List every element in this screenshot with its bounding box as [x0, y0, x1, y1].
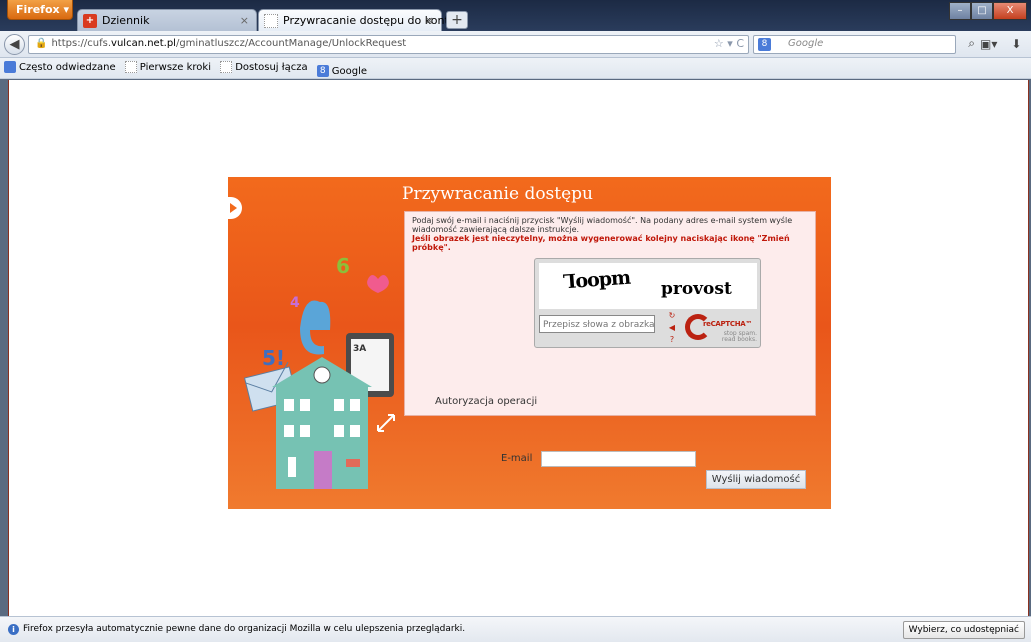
- star-icon[interactable]: ☆: [714, 37, 724, 50]
- toolbar-icons: ▣▾ ⬇ ⌂: [980, 37, 1031, 51]
- bookmark-label: Google: [331, 65, 368, 77]
- auth-label: Autoryzacja operacji: [435, 396, 538, 407]
- school-illustration: 6 5! 4 3A: [243, 254, 395, 489]
- google-engine-icon[interactable]: 8: [758, 38, 771, 51]
- blank-page-icon: [264, 14, 278, 28]
- page-viewport: 6 5! 4 3A Przywracanie dostępu Podaj swó…: [8, 80, 1029, 616]
- page-title: Przywracanie dostępu: [402, 184, 594, 204]
- unlock-panel: 6 5! 4 3A Przywracanie dostępu Podaj swó…: [228, 177, 831, 509]
- art-number: 6: [336, 254, 350, 278]
- email-label: E-mail: [501, 453, 533, 464]
- instructions: Podaj swój e-mail i naciśnij przycisk "W…: [412, 216, 812, 252]
- captcha-controls: ↻ ◀ ?: [666, 311, 678, 345]
- help-icon[interactable]: ?: [667, 335, 677, 345]
- page-icon: [220, 61, 233, 73]
- navigation-toolbar: ◀ 🔒 https://cufs.vulcan.net.pl/gminatlusz…: [0, 31, 1031, 58]
- url-tools: ☆ ▾ C: [713, 37, 744, 50]
- info-icon: i: [8, 624, 19, 635]
- page-icon: [124, 61, 137, 73]
- bookmarks-menu-icon[interactable]: ▣▾: [980, 37, 997, 51]
- tab-dziennik[interactable]: + Dziennik ×: [77, 9, 257, 31]
- captcha-input[interactable]: [539, 315, 655, 333]
- bookmark-google[interactable]: 8 Google: [316, 65, 368, 77]
- minimize-button[interactable]: –: [949, 2, 971, 20]
- window-titlebar: Firefox ▾ + Dziennik × Przywracanie dost…: [0, 0, 1031, 31]
- reload-icon[interactable]: C: [736, 37, 744, 50]
- tab-dziennik-label: Dziennik: [102, 14, 150, 27]
- maximize-button[interactable]: □: [971, 2, 993, 20]
- search-icon[interactable]: ⌕: [968, 36, 975, 51]
- close-window-button[interactable]: X: [993, 2, 1027, 20]
- reload-captcha-icon[interactable]: ↻: [667, 311, 677, 321]
- address-bar[interactable]: 🔒 https://cufs.vulcan.net.pl/gminatluszcz…: [28, 35, 749, 54]
- captcha-warning: Jeśli obrazek jest nieczytelny, można wy…: [412, 234, 790, 252]
- bookmark-czesto[interactable]: Często odwiedzane: [4, 61, 116, 73]
- back-button[interactable]: ◀: [4, 34, 25, 55]
- recaptcha-logo: reCAPTCHA™ stop spam. read books.: [683, 312, 757, 346]
- recaptcha-brand: reCAPTCHA™: [703, 320, 753, 328]
- url-path: /gminatluszcz/AccountManage/UnlockReques…: [175, 38, 407, 49]
- url-domain: vulcan.net.pl: [111, 38, 176, 49]
- instructions-text: Podaj swój e-mail i naciśnij przycisk "W…: [412, 216, 793, 234]
- captcha-image: Ꞁᴏᴏpm provost: [539, 263, 757, 309]
- tab-unlock-request[interactable]: Przywracanie dostępu do konta ×: [258, 9, 456, 31]
- form-box: Podaj swój e-mail i naciśnij przycisk "W…: [404, 211, 816, 416]
- send-button[interactable]: Wyślij wiadomość: [706, 470, 806, 489]
- dziennik-favicon-icon: +: [83, 14, 97, 28]
- captcha-word-1: Ꞁᴏᴏpm: [562, 266, 631, 294]
- bookmark-pierwsze[interactable]: Pierwsze kroki: [124, 61, 211, 73]
- search-placeholder: Google: [788, 38, 824, 49]
- notification-bar: i Firefox przesyła automatycznie pewne d…: [0, 616, 1031, 642]
- google-icon: 8: [316, 65, 329, 77]
- notification-text: Firefox przesyła automatycznie pewne dan…: [23, 624, 466, 634]
- email-field[interactable]: [541, 451, 696, 467]
- art-class: 3A: [353, 344, 366, 354]
- bookmark-label: Często odwiedzane: [19, 61, 116, 73]
- new-tab-button[interactable]: +: [446, 11, 468, 29]
- bookmark-label: Pierwsze kroki: [139, 61, 211, 73]
- download-icon[interactable]: ⬇: [1011, 37, 1021, 51]
- bookmark-dostosuj[interactable]: Dostosuj łącza: [220, 61, 308, 73]
- recaptcha-widget: Ꞁᴏᴏpm provost ↻ ◀ ? reCAPTCHA™ stop spam…: [534, 258, 761, 348]
- window-controls: – □ X: [949, 2, 1027, 20]
- lock-icon: 🔒: [35, 38, 48, 49]
- captcha-word-2: provost: [661, 279, 732, 299]
- close-tab-icon[interactable]: ×: [425, 14, 434, 27]
- art-number3: 4: [290, 295, 300, 311]
- bookmark-folder-icon: [4, 61, 16, 73]
- bookmark-label: Dostosuj łącza: [235, 61, 308, 73]
- recaptcha-slogan: stop spam. read books.: [721, 330, 757, 343]
- firefox-menu-button[interactable]: Firefox ▾: [7, 0, 73, 20]
- close-tab-icon[interactable]: ×: [240, 14, 249, 27]
- bookmarks-toolbar: Często odwiedzane Pierwsze kroki Dostosu…: [0, 58, 1031, 79]
- firefox-menu-label: Firefox: [16, 3, 60, 16]
- search-box[interactable]: 8 Google ⌕: [753, 35, 975, 54]
- choose-sharing-button[interactable]: Wybierz, co udostępniać: [902, 621, 1025, 639]
- art-number2: 5!: [262, 346, 285, 370]
- audio-captcha-icon[interactable]: ◀: [667, 323, 677, 333]
- url-protocol: https://cufs.: [51, 38, 112, 49]
